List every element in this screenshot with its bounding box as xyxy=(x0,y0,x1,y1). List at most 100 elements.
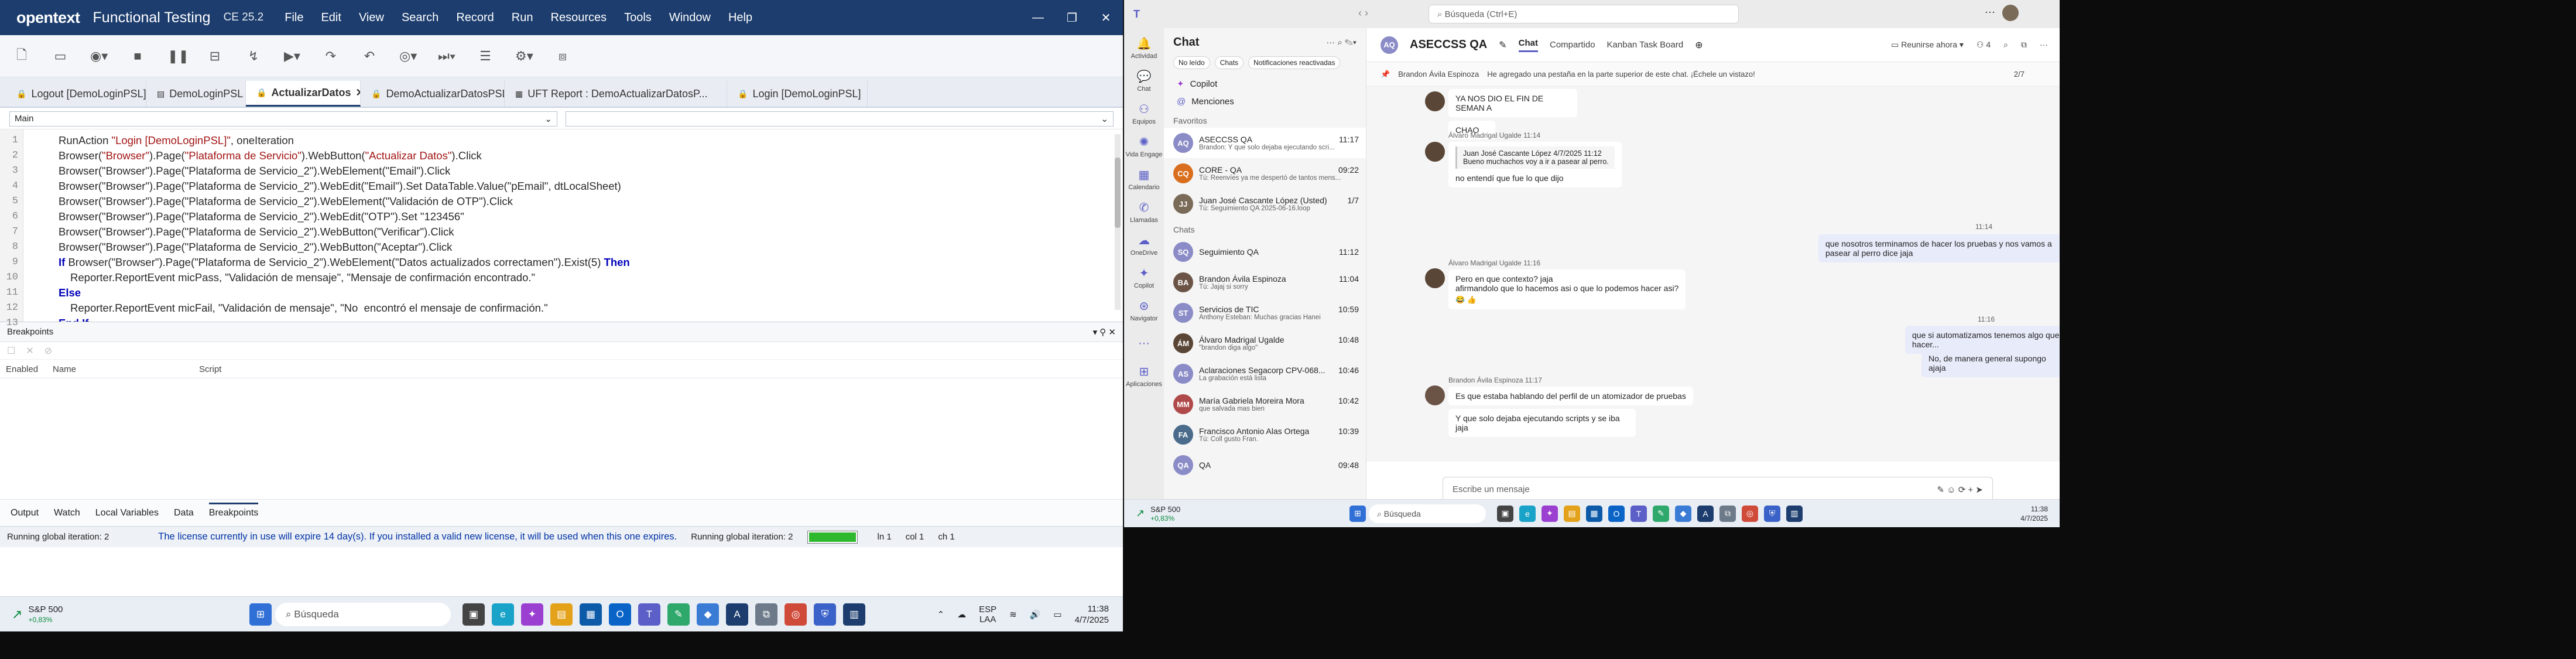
edit-icon[interactable]: ✎ xyxy=(1499,39,1506,51)
app-icon[interactable]: ◆ xyxy=(697,603,719,626)
outlook-icon[interactable]: O xyxy=(1608,505,1625,522)
pinned-message-bar[interactable]: 📌 Brandon Ávila Espinoza He agregado una… xyxy=(1366,62,2060,87)
rail-more[interactable]: ··· xyxy=(1124,327,1164,360)
uft-icon[interactable]: A xyxy=(726,603,748,626)
tab-output[interactable]: Output xyxy=(11,508,39,518)
filter-notifications[interactable]: Notificaciones reactivadas xyxy=(1248,56,1341,69)
format-icon[interactable]: ✎ xyxy=(1937,485,1944,495)
add-tab-icon[interactable]: ⊕ xyxy=(1695,39,1703,51)
code-editor[interactable]: 1 2 3 4 5 6 7 8 9 10 11 12 13 RunAction "Login [Demo… xyxy=(0,129,1123,329)
new-chat-icon[interactable]: ✎▾ xyxy=(1345,37,1356,47)
rail-copilot[interactable]: ✦ Copilot xyxy=(1124,261,1164,294)
send-icon[interactable]: ➤ xyxy=(1975,485,1983,495)
restore-icon[interactable]: ❐ xyxy=(1055,0,1089,35)
record-dropdown-icon[interactable]: ◉▾ xyxy=(90,49,108,64)
copilot-icon[interactable]: ✦ xyxy=(1542,505,1558,522)
explorer-icon[interactable]: ▤ xyxy=(1564,505,1580,522)
loop-icon[interactable]: ⟳ xyxy=(1958,485,1966,495)
clock[interactable]: 11:38 4/7/2025 xyxy=(2020,504,2060,523)
chevron-up-icon[interactable]: ⌃ xyxy=(937,609,945,620)
filter-chats[interactable]: Chats xyxy=(1214,56,1244,69)
scrollbar-thumb[interactable] xyxy=(1115,158,1121,228)
chat-list-item[interactable]: CQ CORE - QA 09:22 Tú: Reenvíes ya me despe… xyxy=(1164,158,1366,189)
nav-copilot[interactable]: ✦ Copilot xyxy=(1164,75,1366,93)
chats-section[interactable]: Chats xyxy=(1164,219,1366,237)
menu-run[interactable]: Run xyxy=(512,11,533,25)
popout-icon[interactable]: ⧉ xyxy=(2021,40,2027,50)
start-icon[interactable]: ⊞ xyxy=(1349,505,1366,522)
minimize-icon[interactable]: — xyxy=(1021,0,1055,35)
column-name[interactable]: Name xyxy=(47,360,193,378)
rail-calendar[interactable]: ▦ Calendario xyxy=(1124,163,1164,196)
attach-icon[interactable]: + xyxy=(1968,485,1973,495)
app-icon[interactable]: ⧉ xyxy=(1719,505,1736,522)
tab-uft-report[interactable]: ▦ UFT Report : DemoActualizarDatosP... xyxy=(505,81,727,107)
search-icon[interactable]: ⌕ xyxy=(2003,40,2008,50)
step-over-icon[interactable]: ↷ xyxy=(322,49,340,64)
start-icon[interactable]: ⊞ xyxy=(249,603,272,626)
tab-demoactualizardatospsl[interactable]: 🔒 DemoActualizarDatosPSL xyxy=(361,81,505,107)
wifi-icon[interactable]: ≋ xyxy=(1009,609,1017,620)
quoted-reply[interactable]: Juan José Cascante López 4/7/2025 11:12 B… xyxy=(1455,146,1615,169)
message[interactable]: Álvaro Madrigal Ugalde 11:14 Juan José C… xyxy=(1448,131,1622,187)
editor-scrollbar[interactable] xyxy=(1115,134,1121,310)
rail-onedrive[interactable]: ☁ OneDrive xyxy=(1124,228,1164,261)
delete-icon[interactable]: ✕ xyxy=(26,345,33,357)
back-forward-icon[interactable]: ‹ › xyxy=(1358,7,1368,19)
participants-button[interactable]: ⚇ 4 xyxy=(1976,40,1991,50)
object-repository-icon[interactable]: ⧈ xyxy=(554,49,571,64)
app-icon[interactable]: ◆ xyxy=(1675,505,1691,522)
clear-icon[interactable]: ⊘ xyxy=(44,345,52,357)
function-combo[interactable]: ⌄ xyxy=(566,111,1114,127)
run-dropdown-icon[interactable]: ▶▾ xyxy=(283,49,301,64)
taskbar-search[interactable]: ⌕ Búsqueda xyxy=(1369,504,1486,523)
chat-list-item[interactable]: ÁM Álvaro Madrigal Ugalde 10:48 "brandon di… xyxy=(1164,328,1366,358)
edge-icon[interactable]: e xyxy=(1519,505,1536,522)
menu-file[interactable]: File xyxy=(285,11,303,25)
close-panel-icon[interactable]: ✕ xyxy=(1108,327,1116,337)
close-tab-icon[interactable]: ✕ xyxy=(355,87,360,99)
cloud-icon[interactable]: ☁ xyxy=(957,609,966,620)
step-out-icon[interactable]: ↶ xyxy=(361,49,378,64)
favorites-section[interactable]: Favoritos xyxy=(1164,110,1366,128)
column-enabled[interactable]: Enabled xyxy=(0,360,47,378)
new-icon[interactable]: 🗋 xyxy=(13,45,30,67)
message[interactable]: Brandon Ávila Espinoza 11:17 Es que esta… xyxy=(1448,376,1693,437)
nav-mentions[interactable]: @ Menciones xyxy=(1164,93,1366,110)
menu-resources[interactable]: Resources xyxy=(551,11,607,25)
chat-list-item[interactable]: SQ Seguimiento QA 11:12 xyxy=(1164,237,1366,267)
app-icon[interactable]: ◎ xyxy=(1742,505,1758,522)
battery-icon[interactable]: ▭ xyxy=(1053,609,1061,620)
pinned-pager[interactable]: 2/7 xyxy=(2014,70,2060,78)
stop-icon[interactable]: ■ xyxy=(129,49,146,64)
menu-edit[interactable]: Edit xyxy=(321,11,341,25)
action-combo[interactable]: Main ⌄ xyxy=(9,111,557,127)
app-icon[interactable]: ⧉ xyxy=(755,603,777,626)
taskbar-search[interactable]: ⌕ Búsqueda xyxy=(275,602,451,626)
pin-icon[interactable]: ▾ ⚲ xyxy=(1093,327,1107,337)
chat-list-item[interactable]: AQ ASECCSS QA 11:17 Brandon: Y que solo dej… xyxy=(1164,128,1366,158)
chat-list-item[interactable]: MM María Gabriela Moreira Mora 10:42 que sa… xyxy=(1164,389,1366,419)
tab-actualizardatos[interactable]: 🔒ActualizarDatos✕ xyxy=(246,81,361,107)
tab-logout[interactable]: 🔒 Logout [DemoLoginPSL] xyxy=(6,81,146,107)
rail-chat[interactable]: 💬 Chat xyxy=(1124,64,1164,97)
chat-list-item[interactable]: FA Francisco Antonio Alas Ortega 10:39 Tú: … xyxy=(1164,419,1366,450)
taskview-icon[interactable]: ▣ xyxy=(463,603,485,626)
open-icon[interactable]: ▭ xyxy=(52,49,69,64)
store-icon[interactable]: ▦ xyxy=(580,603,602,626)
taskview-icon[interactable]: ▣ xyxy=(1497,505,1513,522)
teams-icon[interactable]: T xyxy=(1630,505,1647,522)
market-widget[interactable]: ↗ S&P 500 +0,83% xyxy=(1124,505,1347,523)
tab-watch[interactable]: Watch xyxy=(54,508,80,518)
menu-search[interactable]: Search xyxy=(402,11,439,25)
conversation-title[interactable]: ASECCSS QA xyxy=(1410,38,1487,52)
explorer-icon[interactable]: ▤ xyxy=(550,603,573,626)
menu-tools[interactable]: Tools xyxy=(624,11,652,25)
copilot-icon[interactable]: ✦ xyxy=(521,603,543,626)
menu-window[interactable]: Window xyxy=(669,11,711,25)
rail-engage[interactable]: ✺ Vida Engage xyxy=(1124,130,1164,163)
volume-icon[interactable]: 🔊 xyxy=(1030,609,1041,620)
rail-teams[interactable]: ⚇ Equipos xyxy=(1124,97,1164,130)
tab-login[interactable]: 🔒 Login [DemoLoginPSL] xyxy=(727,81,868,107)
pause-icon[interactable]: ❚❚ xyxy=(167,49,189,64)
